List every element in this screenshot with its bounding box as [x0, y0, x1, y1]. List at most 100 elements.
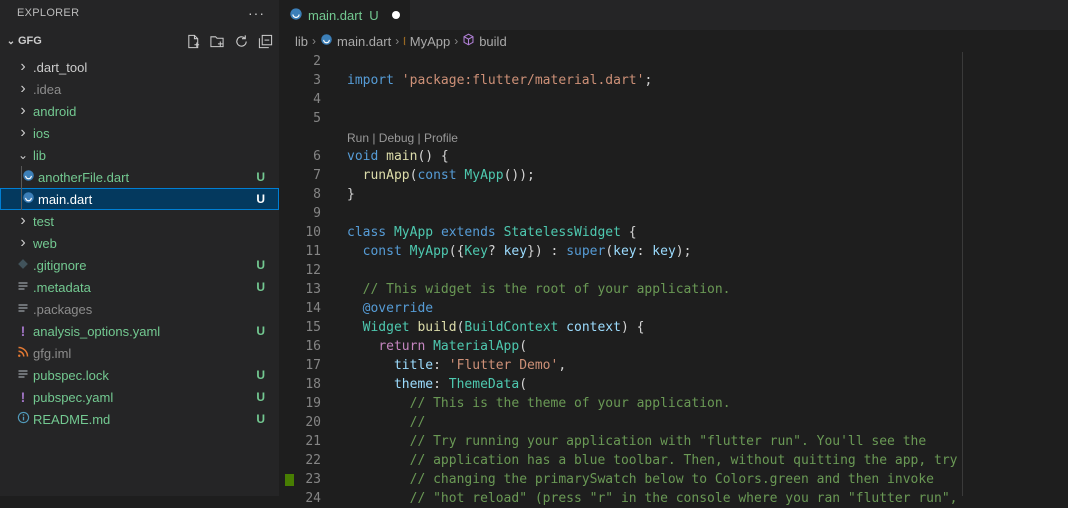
tree-item[interactable]: › .dart_tool	[0, 56, 279, 78]
tree-item[interactable]: › ios	[0, 122, 279, 144]
code-line: 8}	[279, 185, 1068, 204]
git-status-badge: U	[256, 390, 265, 404]
ruler-line	[962, 52, 963, 496]
tree-item-label: .dart_tool	[33, 59, 88, 75]
tree-item[interactable]: anotherFile.dart U	[0, 166, 279, 188]
code-token: build	[417, 320, 457, 335]
git-status-badge: U	[256, 324, 265, 338]
workspace-folder[interactable]: ⌄ GFG	[0, 26, 279, 56]
tree-item[interactable]: main.dart U	[0, 188, 279, 210]
code-token: // changing the primarySwatch below to C…	[409, 472, 935, 487]
tree-item[interactable]: .metadata U	[0, 276, 279, 298]
code-token: ThemeData	[448, 377, 520, 392]
line-number: 10	[305, 225, 321, 240]
line-number: 3	[313, 73, 321, 88]
code-token: :	[433, 377, 449, 392]
tree-item[interactable]: › web	[0, 232, 279, 254]
tree-item-label: README.md	[33, 411, 111, 427]
code-token: theme	[393, 377, 434, 392]
tree-item[interactable]: gfg.iml	[0, 342, 279, 364]
code-token: key	[652, 244, 676, 259]
chevron-right-icon: ›	[20, 212, 26, 229]
explorer-sidebar: EXPLORER ··· ⌄ GFG › .dart_tool › .idea › and…	[0, 0, 279, 496]
code-token: main	[386, 149, 418, 164]
code-token: void	[347, 149, 387, 164]
code-line: 3 import 'package:flutter/material.dart';	[279, 71, 1068, 90]
new-file-icon[interactable]	[185, 33, 201, 49]
code-token: import	[347, 73, 402, 88]
line-number: 22	[305, 453, 321, 468]
unsaved-dot-icon[interactable]	[391, 11, 400, 19]
tree-item[interactable]: pubspec.lock U	[0, 364, 279, 386]
chevron-right-icon: ›	[312, 34, 317, 48]
class-symbol-icon: ⧙	[403, 33, 406, 48]
tree-item[interactable]: .gitignore U	[0, 254, 279, 276]
tree-item[interactable]: ! pubspec.yaml U	[0, 386, 279, 408]
breadcrumb-lib[interactable]: lib	[295, 34, 308, 49]
chevron-right-icon: ›	[20, 102, 26, 119]
code-token: class	[347, 225, 394, 240]
code-token: () {	[417, 149, 449, 164]
tree-item[interactable]: ! analysis_options.yaml U	[0, 320, 279, 342]
breadcrumb-build[interactable]: build	[479, 34, 506, 49]
code-line: 19 // This is the theme of your applicat…	[279, 394, 1068, 413]
tab-status-badge: U	[369, 7, 379, 23]
chevron-right-icon: ›	[20, 58, 26, 75]
tree-item-label: web	[33, 235, 57, 251]
code-token: runApp	[362, 168, 410, 183]
info-file-icon	[15, 411, 31, 427]
tree-item-label: test	[33, 213, 54, 229]
new-folder-icon[interactable]	[209, 33, 225, 49]
refresh-icon[interactable]	[233, 33, 249, 49]
tree-item-label: android	[33, 103, 77, 119]
tab-main-dart[interactable]: main.dart U	[279, 0, 410, 30]
tab-label: main.dart	[308, 7, 363, 23]
line-number: 12	[305, 263, 321, 278]
code-line: 17 title: 'Flutter Demo',	[279, 356, 1068, 375]
code-line: 10 class MyApp extends StatelessWidget {	[279, 223, 1068, 242]
code-token: MaterialApp	[433, 339, 520, 354]
tree-item[interactable]: › test	[0, 210, 279, 232]
tree-item[interactable]: README.md U	[0, 408, 279, 430]
yaml-file-icon: !	[20, 323, 26, 339]
code-token: return	[378, 339, 434, 354]
tree-item-label: .metadata	[33, 279, 91, 295]
line-number: 13	[305, 282, 321, 297]
code-token: ) {	[620, 320, 645, 335]
code-token: ;	[644, 73, 653, 88]
more-actions-icon[interactable]: ···	[248, 5, 265, 21]
tree-item-label: pubspec.lock	[33, 367, 109, 383]
code-token: (	[519, 377, 528, 392]
code-token: ,	[558, 358, 567, 373]
line-number: 4	[313, 92, 321, 107]
indent-guide	[21, 188, 22, 210]
chevron-right-icon: ›	[20, 124, 26, 141]
code-token: BuildContext	[464, 320, 567, 335]
line-number: 2	[313, 54, 321, 69]
git-added-marker	[285, 473, 294, 486]
tree-item[interactable]: › android	[0, 100, 279, 122]
tree-item[interactable]: ⌄ lib	[0, 144, 279, 166]
codelens-actions[interactable]: Run | Debug | Profile	[279, 128, 1068, 147]
tree-item-label: .packages	[33, 301, 93, 317]
breadcrumb-myapp[interactable]: MyApp	[410, 34, 450, 49]
collapse-all-icon[interactable]	[257, 33, 273, 49]
line-number: 16	[305, 339, 321, 354]
code-line: 7 runApp(const MyApp ());	[279, 166, 1068, 185]
breadcrumb-main-dart[interactable]: main.dart	[337, 34, 391, 49]
tree-item[interactable]: › .idea	[0, 78, 279, 100]
code-editor[interactable]: 2 3 import 'package:flutter/material.dart'…	[279, 52, 1068, 506]
tree-item-label: .gitignore	[33, 257, 87, 273]
chevron-right-icon: ›	[454, 34, 459, 48]
code-token: // "hot reload" (press "r" in the consol…	[409, 491, 958, 506]
tree-item-label: .idea	[33, 81, 62, 97]
tree-item[interactable]: .packages	[0, 298, 279, 320]
